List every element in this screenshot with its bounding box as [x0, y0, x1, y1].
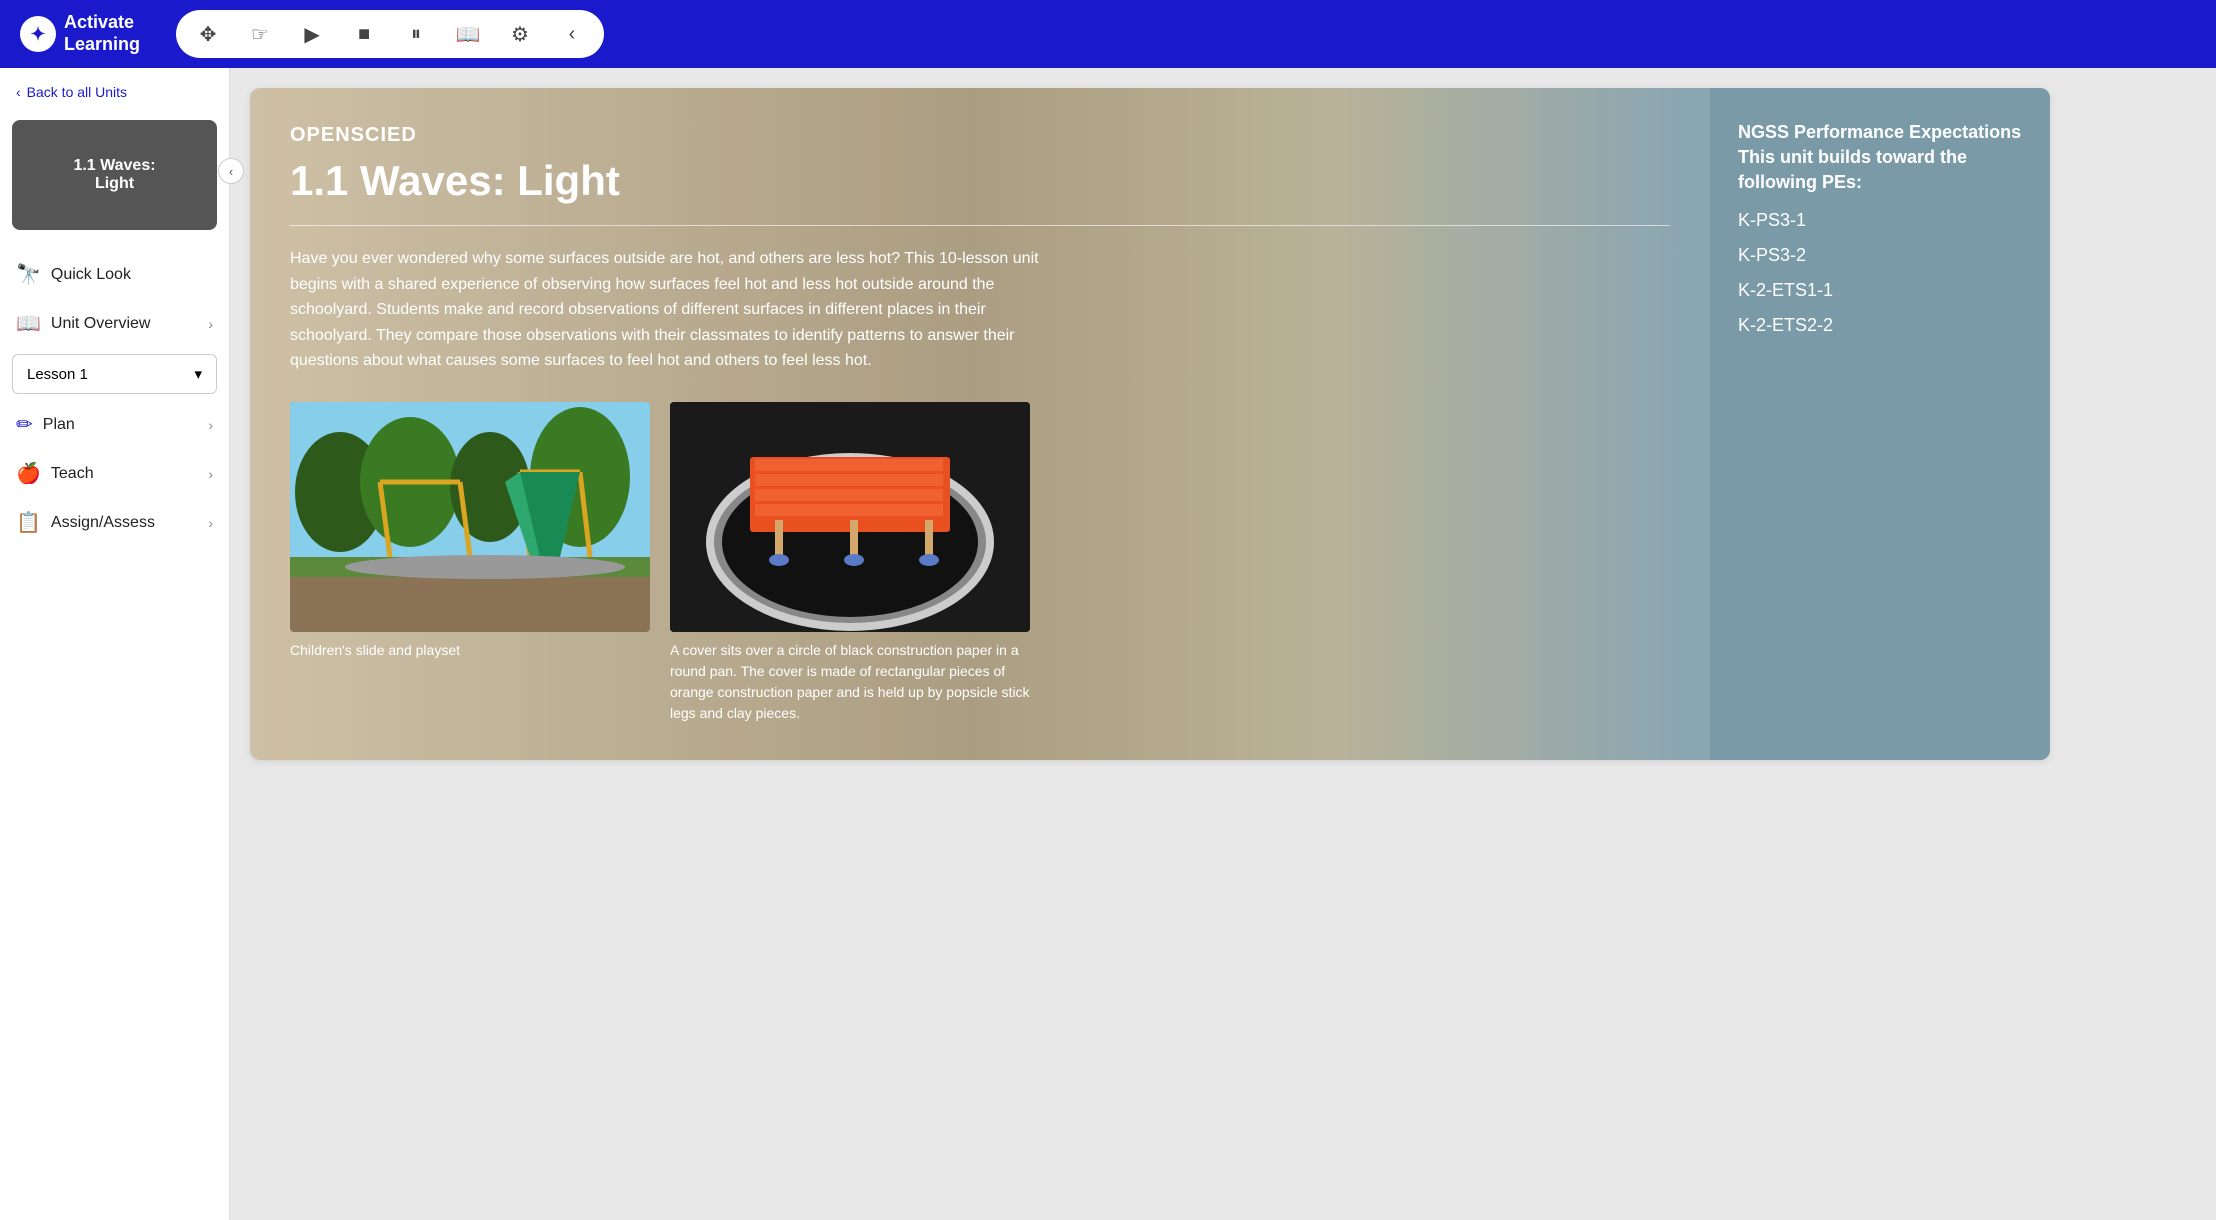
- cover-experiment-image: [670, 402, 1030, 632]
- logo-icon: ✦: [20, 16, 56, 52]
- toolbar: ✥ ☞ ▶ ■ ⏸ 📖 ⚙ ‹: [176, 10, 604, 58]
- binoculars-icon: 🔭: [16, 262, 41, 287]
- images-row: Children's slide and playset: [290, 402, 1670, 724]
- plan-chevron-icon: ›: [208, 417, 213, 433]
- plan-label: Plan: [43, 416, 75, 434]
- sidebar-item-quick-look[interactable]: 🔭 Quick Look: [0, 250, 229, 299]
- hero-section: OPENSCIED 1.1 Waves: Light Have you ever…: [250, 88, 2050, 760]
- title-divider: [290, 225, 1670, 226]
- ngss-item-k2ets11: K-2-ETS1-1: [1738, 280, 2022, 301]
- openscied-label: OPENSCIED: [290, 124, 1670, 147]
- content-area: OPENSCIED 1.1 Waves: Light Have you ever…: [230, 68, 2216, 1220]
- lesson-dropdown-label: Lesson 1: [27, 366, 88, 383]
- unit-card-title: 1.1 Waves:Light: [73, 157, 155, 193]
- hand-tool-button[interactable]: ☞: [244, 18, 276, 50]
- unit-title: 1.1 Waves: Light: [290, 157, 1670, 205]
- top-navigation-bar: ✦ ActivateLearning ✥ ☞ ▶ ■ ⏸ 📖 ⚙ ‹: [0, 0, 2216, 68]
- unit-description: Have you ever wondered why some surfaces…: [290, 246, 1050, 374]
- sidebar-navigation: 🔭 Quick Look 📖 Unit Overview › Lesson 1 …: [0, 240, 229, 557]
- move-tool-button[interactable]: ✥: [192, 18, 224, 50]
- apple-icon: 🍎: [16, 461, 41, 486]
- content-card: OPENSCIED 1.1 Waves: Light Have you ever…: [250, 88, 2050, 760]
- playground-image-block: Children's slide and playset: [290, 402, 650, 661]
- logo-text: ActivateLearning: [64, 12, 140, 55]
- logo: ✦ ActivateLearning: [20, 12, 140, 55]
- play-button[interactable]: ▶: [296, 18, 328, 50]
- collapse-toolbar-button[interactable]: ‹: [556, 18, 588, 50]
- ngss-panel: NGSS Performance Expectations This unit …: [1710, 88, 2050, 760]
- unit-card: 1.1 Waves:Light: [12, 120, 217, 230]
- ngss-item-kps32: K-PS3-2: [1738, 245, 2022, 266]
- cover-experiment-image-block: A cover sits over a circle of black cons…: [670, 402, 1030, 724]
- ngss-item-kps31: K-PS3-1: [1738, 210, 2022, 231]
- assign-assess-label: Assign/Assess: [51, 514, 155, 532]
- unit-overview-label: Unit Overview: [51, 315, 151, 333]
- pause-button[interactable]: ⏸: [400, 18, 432, 50]
- quick-look-label: Quick Look: [51, 266, 131, 284]
- sidebar: ‹ Back to all Units 1.1 Waves:Light 🔭 Qu…: [0, 68, 230, 1220]
- ngss-title: NGSS Performance Expectations This unit …: [1738, 120, 2022, 196]
- assign-assess-chevron-icon: ›: [208, 515, 213, 531]
- lesson-dropdown[interactable]: Lesson 1 ▾: [12, 354, 217, 394]
- lesson-dropdown-chevron-icon: ▾: [194, 365, 202, 383]
- stop-button[interactable]: ■: [348, 18, 380, 50]
- unit-overview-chevron-icon: ›: [208, 316, 213, 332]
- clipboard-icon: 📋: [16, 510, 41, 535]
- teach-chevron-icon: ›: [208, 466, 213, 482]
- sidebar-item-plan[interactable]: ✏ Plan ›: [0, 400, 229, 449]
- book-button[interactable]: 📖: [452, 18, 484, 50]
- collapse-sidebar-button[interactable]: ‹: [218, 158, 244, 184]
- sidebar-item-unit-overview[interactable]: 📖 Unit Overview ›: [0, 299, 229, 348]
- cover-experiment-caption: A cover sits over a circle of black cons…: [670, 640, 1030, 724]
- teach-label: Teach: [51, 465, 94, 483]
- back-link-text: Back to all Units: [27, 84, 127, 100]
- main-layout: ‹ Back to all Units 1.1 Waves:Light 🔭 Qu…: [0, 68, 2216, 1220]
- sidebar-item-teach[interactable]: 🍎 Teach ›: [0, 449, 229, 498]
- hero-content: OPENSCIED 1.1 Waves: Light Have you ever…: [250, 88, 1710, 760]
- pencil-icon: ✏: [16, 412, 33, 437]
- playground-image: [290, 402, 650, 632]
- back-to-all-units-link[interactable]: ‹ Back to all Units: [0, 68, 229, 110]
- book-icon: 📖: [16, 311, 41, 336]
- back-chevron-icon: ‹: [16, 84, 21, 100]
- ngss-item-k2ets22: K-2-ETS2-2: [1738, 315, 2022, 336]
- playground-image-caption: Children's slide and playset: [290, 640, 650, 661]
- settings-button[interactable]: ⚙: [504, 18, 536, 50]
- sidebar-item-assign-assess[interactable]: 📋 Assign/Assess ›: [0, 498, 229, 547]
